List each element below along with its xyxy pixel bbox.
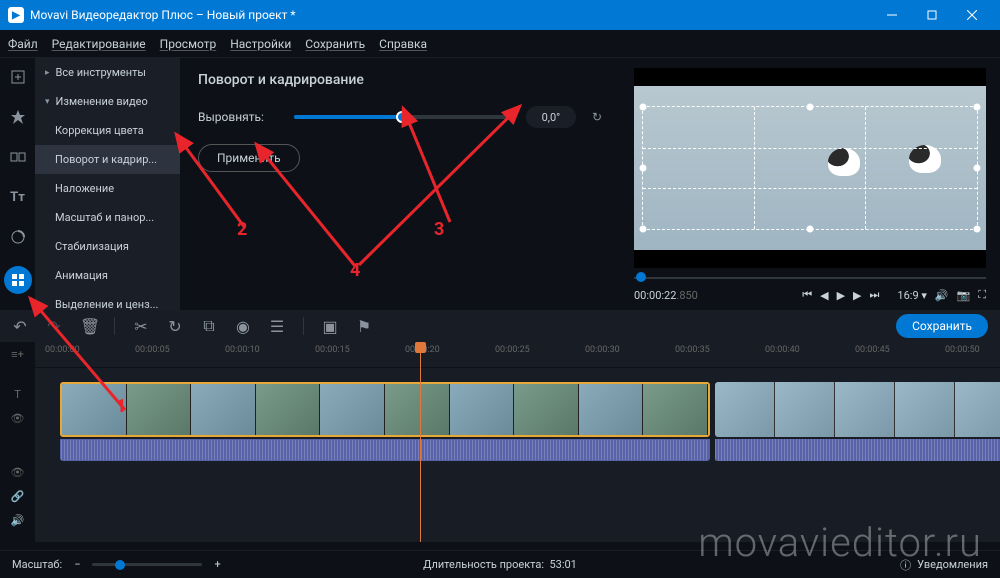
- maximize-button[interactable]: [912, 0, 952, 30]
- degree-value[interactable]: 0,0°: [526, 106, 576, 128]
- annotation-1: 1: [116, 396, 126, 417]
- prev-clip-icon[interactable]: ⏮: [802, 288, 812, 302]
- zoom-label: Масштаб:: [12, 558, 62, 571]
- tool-animation[interactable]: Анимация: [35, 261, 180, 290]
- record-icon[interactable]: ▣: [322, 317, 338, 336]
- titlebar: ▶ Movavi Видеоредактор Плюс – Новый прое…: [0, 0, 1000, 30]
- app-logo-icon: ▶: [8, 7, 24, 23]
- menu-settings[interactable]: Настройки: [230, 37, 291, 51]
- reset-rotation-icon[interactable]: ↻: [592, 110, 602, 124]
- add-track-icon[interactable]: ≡+: [0, 342, 35, 366]
- all-tools-row[interactable]: ▸Все инструменты: [35, 58, 180, 87]
- tool-panel: ▸Все инструменты ▾Изменение видео Коррек…: [35, 58, 180, 310]
- crop-handle[interactable]: [807, 226, 814, 233]
- video-edit-group[interactable]: ▾Изменение видео: [35, 87, 180, 116]
- timeline-track-controls: ≡+ T 👁 👁 🔗 🔊 ♫: [0, 342, 35, 542]
- crop-handle[interactable]: [640, 165, 647, 172]
- preview-controls: 00:00:22.850 ⏮ ◀ ▶ ▶ ⏭ 16:9 ▾ 🔊 📷 ⛶: [634, 284, 986, 306]
- menu-edit[interactable]: Редактирование: [52, 37, 146, 51]
- align-slider[interactable]: [294, 115, 510, 119]
- minimize-button[interactable]: [872, 0, 912, 30]
- crop-handle[interactable]: [974, 226, 981, 233]
- menu-file[interactable]: Файл: [8, 37, 38, 51]
- play-icon[interactable]: ▶: [837, 289, 845, 302]
- menubar: Файл Редактирование Просмотр Настройки С…: [0, 30, 1000, 58]
- audio-clip[interactable]: [715, 439, 1000, 461]
- crop-handle[interactable]: [640, 103, 647, 110]
- preview-canvas[interactable]: [634, 68, 986, 268]
- zoom-out-icon[interactable]: −: [74, 558, 80, 571]
- close-button[interactable]: [952, 0, 992, 30]
- preview-seek[interactable]: [634, 270, 986, 284]
- fullscreen-icon[interactable]: ⛶: [978, 288, 986, 302]
- tool-pan-zoom[interactable]: Масштаб и панор...: [35, 203, 180, 232]
- titles-icon[interactable]: Tт: [7, 186, 29, 208]
- delete-icon[interactable]: 🗑: [80, 317, 96, 336]
- zoom-slider[interactable]: [92, 563, 202, 566]
- tool-overlay[interactable]: Наложение: [35, 174, 180, 203]
- snapshot-icon[interactable]: 📷: [957, 289, 971, 302]
- prev-frame-icon[interactable]: ◀: [820, 289, 828, 302]
- adjust-icon[interactable]: ☰: [269, 317, 285, 336]
- annotation-2: 2: [237, 219, 247, 240]
- timeline-ruler[interactable]: 00:00:00 00:00:05 00:00:10 00:00:15 00:0…: [35, 342, 1000, 368]
- mute-track-icon[interactable]: 🔊: [0, 508, 35, 532]
- undo-icon[interactable]: ↶: [12, 317, 28, 336]
- transitions-icon[interactable]: [7, 146, 29, 168]
- rotate-icon[interactable]: ↻: [167, 317, 183, 336]
- preview-timecode: 00:00:22.850: [634, 289, 794, 302]
- zoom-in-icon[interactable]: +: [214, 558, 220, 571]
- more-tools-icon[interactable]: [4, 266, 32, 294]
- panel-title: Поворот и кадрирование: [198, 72, 602, 88]
- marker-icon[interactable]: ⚑: [356, 317, 372, 336]
- annotation-3: 3: [434, 219, 444, 240]
- video-track-icon[interactable]: 👁: [0, 460, 35, 484]
- timeline: ≡+ T 👁 👁 🔗 🔊 ♫ 00:00:00 00:00:05 00:00:1…: [0, 342, 1000, 542]
- volume-icon[interactable]: 🔊: [935, 289, 949, 302]
- stickers-icon[interactable]: [7, 226, 29, 248]
- crop-icon[interactable]: ⧉: [201, 316, 217, 336]
- project-duration: Длительность проекта: 53:01: [423, 558, 577, 571]
- crop-handle[interactable]: [974, 103, 981, 110]
- tool-stabilization[interactable]: Стабилизация: [35, 232, 180, 261]
- crop-handle[interactable]: [974, 165, 981, 172]
- window-title: Movavi Видеоредактор Плюс – Новый проект…: [30, 8, 872, 22]
- crop-handle[interactable]: [807, 103, 814, 110]
- crop-overlay[interactable]: [642, 106, 978, 231]
- preview-panel: 00:00:22.850 ⏮ ◀ ▶ ▶ ⏭ 16:9 ▾ 🔊 📷 ⛶: [620, 58, 1000, 310]
- tool-color-correction[interactable]: Коррекция цвета: [35, 116, 180, 145]
- import-icon[interactable]: [7, 66, 29, 88]
- timeline-toolbar: ↶ ↷ 🗑 ✂ ↻ ⧉ ◉ ☰ ▣ ⚑ Сохранить: [0, 310, 1000, 342]
- timeline-body[interactable]: 00:00:00 00:00:05 00:00:10 00:00:15 00:0…: [35, 342, 1000, 542]
- aspect-ratio[interactable]: 16:9 ▾: [897, 289, 926, 302]
- tool-highlight-censor[interactable]: Выделение и ценз...: [35, 290, 180, 310]
- playhead[interactable]: [420, 342, 421, 542]
- color-icon[interactable]: ◉: [235, 317, 251, 336]
- next-clip-icon[interactable]: ⏭: [870, 288, 880, 302]
- annotation-4: 4: [350, 260, 360, 281]
- text-track-icon[interactable]: T: [0, 382, 35, 406]
- preview-image: [634, 86, 986, 250]
- left-rail: Tт: [0, 58, 35, 310]
- apply-button[interactable]: Применить: [198, 144, 300, 172]
- track-visibility-icon[interactable]: 👁: [0, 406, 35, 430]
- redo-icon[interactable]: ↷: [46, 317, 62, 336]
- notifications-button[interactable]: ⓘ Уведомления: [900, 557, 988, 573]
- video-clip[interactable]: [715, 382, 1000, 437]
- statusbar: Масштаб: − + Длительность проекта: 53:01…: [0, 550, 1000, 578]
- menu-save[interactable]: Сохранить: [305, 37, 365, 51]
- link-track-icon[interactable]: 🔗: [0, 484, 35, 508]
- menu-help[interactable]: Справка: [379, 37, 427, 51]
- crop-handle[interactable]: [640, 226, 647, 233]
- save-button[interactable]: Сохранить: [896, 314, 988, 338]
- tool-rotate-crop[interactable]: Поворот и кадрир...: [35, 145, 180, 174]
- split-icon[interactable]: ✂: [133, 317, 149, 336]
- rotate-crop-panel: Поворот и кадрирование Выровнять: 0,0° ↻…: [180, 58, 620, 310]
- next-frame-icon[interactable]: ▶: [853, 289, 861, 302]
- align-label: Выровнять:: [198, 110, 278, 124]
- menu-view[interactable]: Просмотр: [160, 37, 217, 51]
- filters-icon[interactable]: [7, 106, 29, 128]
- video-clip-selected[interactable]: [60, 382, 710, 437]
- audio-clip-selected[interactable]: [60, 439, 710, 461]
